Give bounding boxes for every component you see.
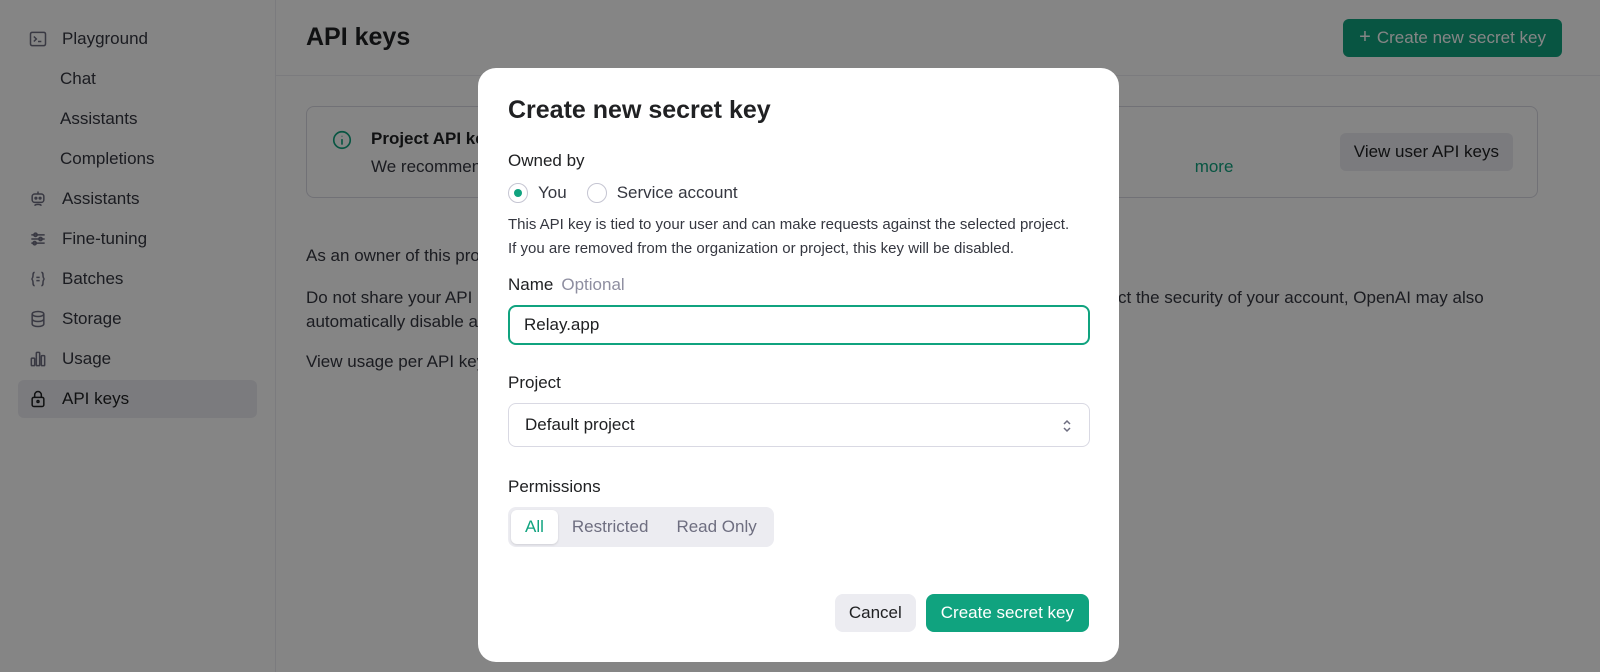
permissions-segmented-control: All Restricted Read Only — [508, 507, 774, 547]
modal-footer: Cancel Create secret key — [834, 594, 1089, 632]
project-label: Project — [508, 373, 561, 392]
permission-option-read-only[interactable]: Read Only — [662, 510, 770, 544]
create-secret-key-modal: Create new secret key Owned by You Servi… — [478, 68, 1119, 662]
name-label-text: Name — [508, 275, 554, 294]
radio-checked-icon — [508, 183, 528, 203]
owner-radio-group: You Service account — [508, 183, 1089, 203]
project-select[interactable]: Default project — [508, 403, 1090, 447]
permissions-label: Permissions — [508, 477, 601, 496]
name-optional-hint: Optional — [561, 275, 625, 294]
name-input[interactable] — [508, 305, 1090, 345]
name-label: Name Optional — [508, 275, 1089, 295]
cancel-button[interactable]: Cancel — [834, 594, 916, 632]
project-select-value: Default project — [525, 415, 635, 434]
owner-radio-service-account[interactable]: Service account — [586, 183, 738, 203]
permission-option-all[interactable]: All — [511, 510, 558, 544]
permission-option-restricted[interactable]: Restricted — [558, 510, 663, 544]
owner-help-text: This API key is tied to your user and ca… — [508, 216, 1070, 257]
create-secret-key-button[interactable]: Create secret key — [925, 594, 1089, 632]
owner-radio-you[interactable]: You — [508, 183, 567, 203]
chevron-up-down-icon — [1061, 418, 1073, 433]
owned-by-label: Owned by — [508, 151, 585, 170]
owner-option-label: Service account — [616, 183, 738, 202]
modal-title: Create new secret key — [508, 96, 771, 124]
radio-unchecked-icon — [586, 183, 607, 203]
owner-option-label: You — [538, 183, 567, 202]
